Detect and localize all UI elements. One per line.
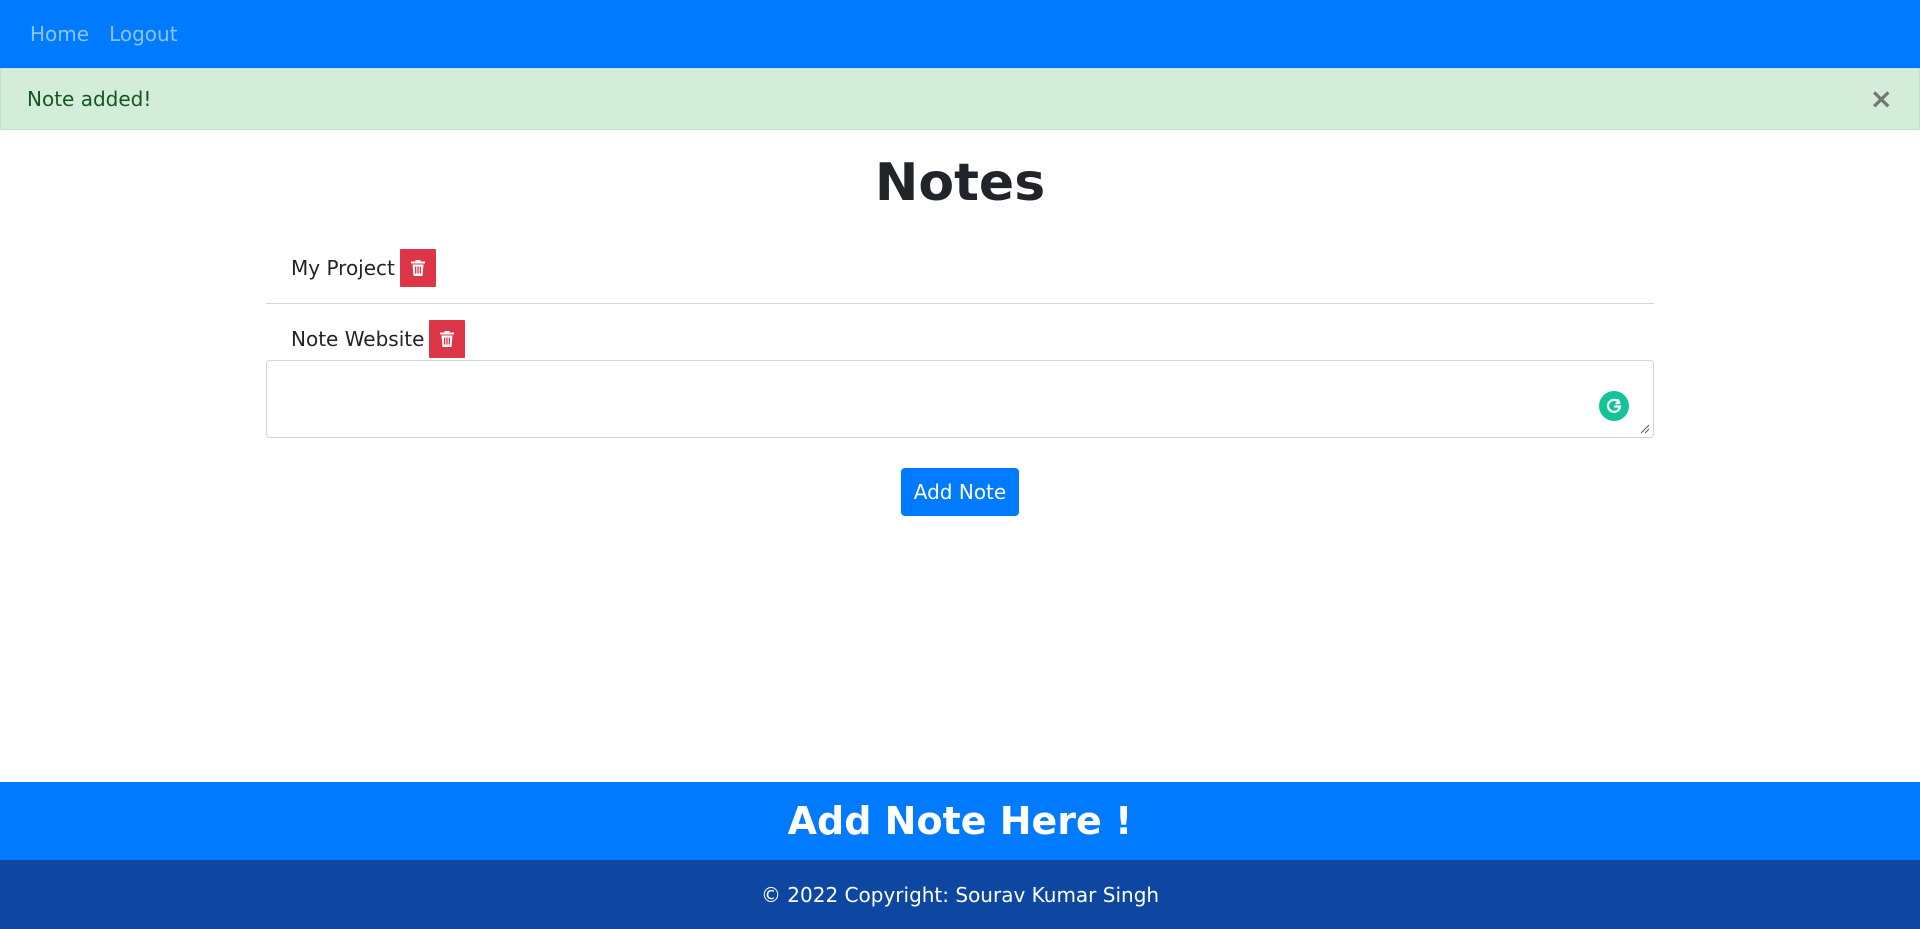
page-title: Notes [874,153,1046,213]
delete-note-button[interactable] [429,319,466,358]
success-alert: Note added! × [0,68,1920,130]
alert-message: Note added! [27,87,152,111]
nav-link-home[interactable]: Home [30,22,89,46]
add-note-button[interactable]: Add Note [901,468,1019,516]
note-text: Note Website [291,326,425,351]
page: Home Logout Note added! × Notes My Proje… [0,0,1920,929]
delete-note-button[interactable] [399,249,436,287]
notes-list: My Project Note Website [266,233,1654,373]
trash-icon [440,330,455,347]
grammarly-g-glyph [1606,398,1622,413]
resize-handle-icon[interactable] [1640,424,1650,434]
footer-copyright: © 2022 Copyright: Sourav Kumar Singh [0,860,1920,929]
note-input-wrapper [266,360,1654,438]
trash-icon [410,260,425,276]
close-icon[interactable]: × [1870,85,1893,113]
list-item: My Project [266,233,1654,303]
note-input[interactable] [267,361,1653,437]
note-text: My Project [291,256,395,280]
footer-banner: Add Note Here ! [0,782,1920,860]
nav-link-logout[interactable]: Logout [109,22,177,46]
grammarly-icon[interactable] [1599,391,1629,421]
navbar: Home Logout [0,0,1920,68]
